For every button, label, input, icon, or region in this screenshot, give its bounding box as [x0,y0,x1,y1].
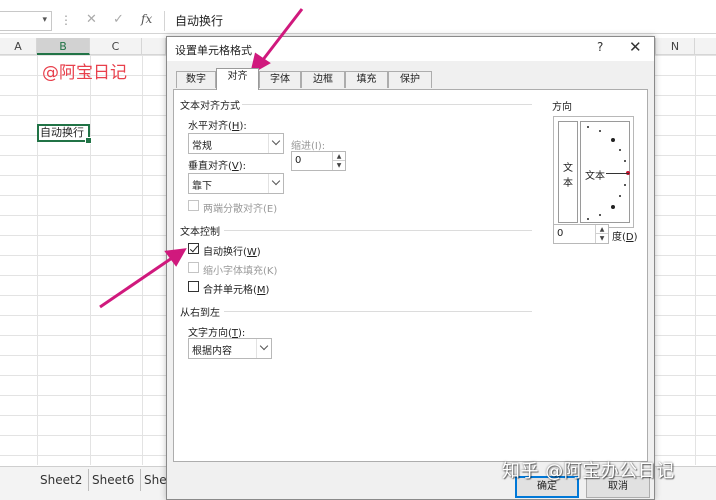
enter-check-icon[interactable]: ✓ [113,12,124,27]
spin-buttons[interactable]: ▲ ▼ [595,225,608,243]
close-icon[interactable]: ✕ [629,38,642,56]
chevron-down-icon[interactable]: ▾ [42,15,47,25]
vertical-align-value: 靠下 [192,181,212,192]
spin-down-icon[interactable]: ▼ [596,234,608,243]
dial-tick [619,149,621,151]
horizontal-align-label: 水平对齐(H): [188,121,247,132]
dialog-titlebar[interactable]: 设置单元格格式 ? ✕ [167,37,654,61]
spin-buttons[interactable]: ▲ ▼ [332,152,345,170]
tab-border[interactable]: 边框 [301,71,345,88]
dial-tick [599,130,601,132]
formula-input[interactable]: 自动换行 [164,11,716,31]
wrap-text-checkbox[interactable] [188,243,199,254]
dial-tick [624,184,626,186]
orientation-box: 文 本 文本 [553,116,634,228]
sheet-tab-sheet2[interactable]: Sheet2 [34,469,90,491]
indent-label: 缩进(I): [291,141,326,152]
spin-up-icon[interactable]: ▲ [596,225,608,234]
horizontal-align-select[interactable]: 常规 [188,133,284,154]
wrap-text-key: W [246,247,257,258]
dial-tick [587,126,589,128]
horizontal-align-value: 常规 [192,141,212,152]
dial-tick [619,195,621,197]
merge-cells-label-text: 合并单元格( [203,285,257,296]
column-header-c[interactable]: C [90,38,142,55]
dial-tick [587,218,589,220]
name-box[interactable]: ▾ [0,11,52,31]
degrees-value: 0 [557,228,564,239]
gridline [142,55,143,465]
indent-value: 0 [295,155,302,166]
orientation-dial[interactable]: 文本 [580,121,630,223]
dial-tick [611,205,615,209]
merge-cells-label[interactable]: 合并单元格(M) [203,281,269,296]
column-header-d[interactable] [142,38,166,55]
tab-fill[interactable]: 填充 [345,71,388,88]
degrees-label-text: 度( [612,232,626,243]
column-header-b[interactable]: B [37,38,90,55]
gridline [695,55,696,465]
dial-needle [606,173,629,174]
vertical-text-toggle[interactable]: 文 本 [558,121,578,223]
shrink-to-fit-checkbox[interactable] [188,262,199,273]
horizontal-align-key: H [231,121,240,132]
vertical-align-label-text: 垂直对齐( [188,161,232,172]
cancel-icon[interactable]: ✕ [86,12,97,27]
section-title-text-alignment: 文本对齐方式 [180,101,240,112]
spin-down-icon[interactable]: ▼ [333,161,345,170]
vertical-align-label: 垂直对齐(V): [188,161,247,172]
merge-cells-key: M [256,285,266,296]
section-title-text-control: 文本控制 [180,227,220,238]
vertical-text-char: 本 [563,178,573,189]
grip-icon: ⋮ [60,13,72,27]
vertical-align-select[interactable]: 靠下 [188,173,284,194]
gridline [37,55,38,465]
section-title-orientation: 方向 [552,102,572,113]
text-direction-label: 文字方向(T): [188,328,246,339]
wrap-text-label[interactable]: 自动换行(W) [203,243,261,258]
cell-watermark-text: @阿宝日记 [42,63,127,83]
shrink-to-fit-label: 缩小字体填充(K) [203,266,278,277]
text-direction-select[interactable]: 根据内容 [188,338,272,359]
sheet-tab-sheet6[interactable]: Sheet6 [86,469,142,491]
format-cells-dialog: 设置单元格格式 ? ✕ 数字 对齐 字体 边框 填充 保护 文本对齐方式 水平对… [166,36,655,500]
vertical-align-key: V [231,161,239,172]
text-direction-value: 根据内容 [192,346,232,357]
indent-spinner[interactable]: 0 ▲ ▼ [291,151,346,171]
tab-font[interactable]: 字体 [259,71,301,88]
degrees-spinner[interactable]: 0 ▲ ▼ [553,224,609,244]
chevron-down-icon[interactable] [268,134,283,153]
insert-function-icon[interactable]: fx [141,12,152,26]
divider [224,230,532,231]
section-title-rtl: 从右到左 [180,308,220,319]
degrees-key: D [625,232,634,243]
distributed-label: 两端分散对齐(E) [203,204,278,215]
column-header-a[interactable]: A [0,38,37,55]
chevron-down-icon[interactable] [256,339,271,358]
dial-tick [611,138,615,142]
horizontal-align-label-text: 水平对齐( [188,121,232,132]
zhihu-watermark: 知乎 @阿宝办公日记 [502,461,675,482]
formula-bar: ▾ ⋮ ✕ ✓ fx 自动换行 [0,8,716,34]
tab-protection[interactable]: 保护 [388,71,432,88]
gridline [90,55,91,465]
degrees-label: 度(D) [612,232,638,243]
divider [224,311,532,312]
active-cell[interactable]: 自动换行 [37,124,92,144]
help-icon[interactable]: ? [597,40,603,54]
tab-alignment[interactable]: 对齐 [216,68,259,90]
wrap-text-label-text: 自动换行( [203,247,247,258]
distributed-checkbox[interactable] [188,200,199,211]
column-header-n[interactable]: N [655,38,695,55]
merge-cells-checkbox[interactable] [188,281,199,292]
dial-text: 文本 [585,171,605,182]
divider [242,104,532,105]
dialog-title: 设置单元格格式 [175,44,252,57]
spin-up-icon[interactable]: ▲ [333,152,345,161]
dial-tick [599,214,601,216]
vertical-text-char: 文 [563,163,573,174]
tab-number[interactable]: 数字 [176,71,216,88]
chevron-down-icon[interactable] [268,174,283,193]
dial-tick [624,160,626,162]
